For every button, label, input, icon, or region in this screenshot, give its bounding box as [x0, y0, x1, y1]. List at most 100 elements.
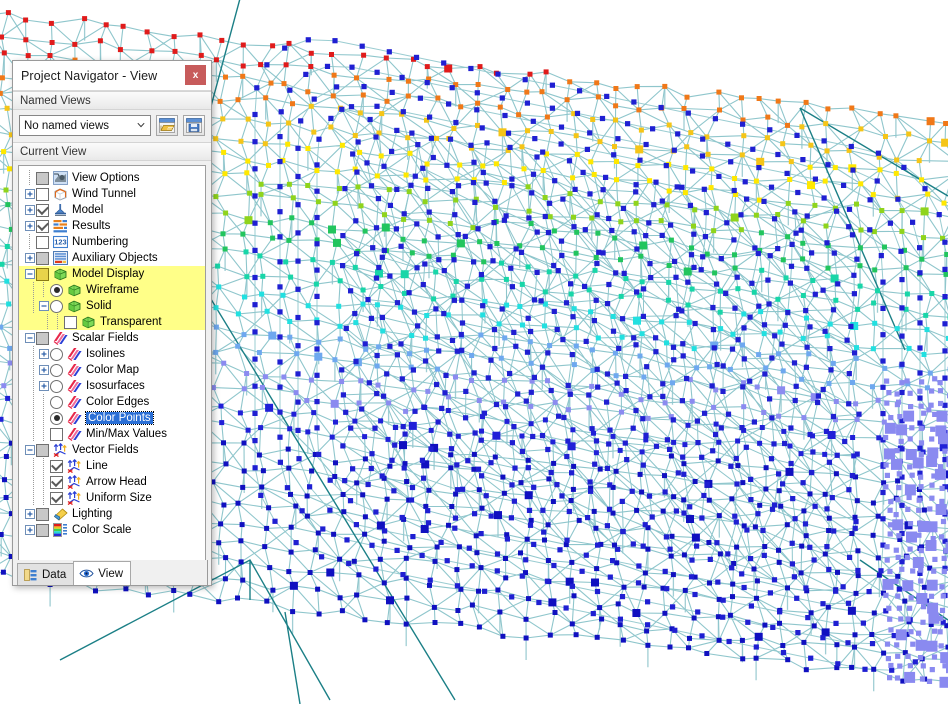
- tree-checkbox-model[interactable]: [36, 204, 49, 217]
- result-point: [472, 452, 477, 457]
- expand-icon[interactable]: [37, 346, 50, 362]
- tree-checkbox-min-max-values[interactable]: [50, 428, 63, 441]
- tree-item-model[interactable]: Model: [19, 202, 205, 218]
- tree-item-color-edges[interactable]: Color Edges: [19, 394, 205, 410]
- tree-checkbox-arrow-head[interactable]: [50, 476, 63, 489]
- tree-item-arrow-head[interactable]: Arrow Head: [19, 474, 205, 490]
- tree-radio-color-points[interactable]: [50, 412, 63, 425]
- tree-radio-solid[interactable]: [50, 300, 63, 313]
- result-point: [340, 608, 345, 613]
- tree-item-scalar-fields[interactable]: Scalar Fields: [19, 330, 205, 346]
- result-point: [861, 621, 866, 626]
- tree-checkbox-color-scale[interactable]: [36, 524, 49, 537]
- tree-item-wireframe[interactable]: Wireframe: [19, 282, 205, 298]
- tree-item-isosurfaces[interactable]: Isosurfaces: [19, 378, 205, 394]
- tree-item-transparent[interactable]: Transparent: [19, 314, 205, 330]
- expand-icon[interactable]: [37, 378, 50, 394]
- manage-views-button[interactable]: [156, 115, 178, 136]
- result-point: [908, 521, 913, 526]
- tree-radio-isosurfaces[interactable]: [50, 380, 63, 393]
- tree-checkbox-transparent[interactable]: [64, 316, 77, 329]
- result-point: [221, 231, 226, 236]
- tree-item-solid[interactable]: Solid: [19, 298, 205, 314]
- tree-checkbox-auxiliary-objects[interactable]: [36, 252, 49, 265]
- project-navigator-dialog[interactable]: Project Navigator - View x Named Views N…: [12, 60, 212, 586]
- tree-item-model-display[interactable]: Model Display: [19, 266, 205, 282]
- tree-radio-color-map[interactable]: [50, 364, 63, 377]
- tab-view[interactable]: View: [73, 561, 131, 585]
- tree-checkbox-wind-tunnel[interactable]: [36, 188, 49, 201]
- expand-icon[interactable]: [23, 522, 36, 538]
- close-icon[interactable]: x: [185, 65, 206, 85]
- tab-data[interactable]: Data: [17, 563, 74, 585]
- result-point: [735, 275, 740, 280]
- expand-icon[interactable]: [23, 186, 36, 202]
- tree-item-color-map[interactable]: Color Map: [19, 362, 205, 378]
- result-point: [785, 585, 790, 590]
- result-point: [714, 206, 719, 211]
- result-point: [253, 465, 258, 470]
- collapse-icon[interactable]: [23, 330, 36, 346]
- tree-item-uniform-size[interactable]: Uniform Size: [19, 490, 205, 506]
- result-point: [575, 152, 580, 157]
- tree-checkbox-results[interactable]: [36, 220, 49, 233]
- expand-icon[interactable]: [23, 202, 36, 218]
- tree-checkbox-line[interactable]: [50, 460, 63, 473]
- result-point: [246, 428, 251, 433]
- result-point: [889, 668, 894, 673]
- result-point: [895, 197, 900, 202]
- tree-item-results[interactable]: Results: [19, 218, 205, 234]
- result-point: [414, 221, 419, 226]
- tree-radio-isolines[interactable]: [50, 348, 63, 361]
- tree-item-line[interactable]: Line: [19, 458, 205, 474]
- view-options-tree[interactable]: View OptionsWind TunnelModelResults123Nu…: [18, 165, 206, 580]
- result-point: [833, 589, 838, 594]
- result-point: [899, 567, 904, 572]
- save-view-button[interactable]: [183, 115, 205, 136]
- result-point: [917, 446, 922, 451]
- tree-checkbox-vector-fields[interactable]: [36, 444, 49, 457]
- tree-checkbox-model-display[interactable]: [36, 268, 49, 281]
- tree-item-wind-tunnel[interactable]: Wind Tunnel: [19, 186, 205, 202]
- result-point: [916, 640, 927, 651]
- expand-icon[interactable]: [23, 506, 36, 522]
- result-point: [435, 367, 440, 372]
- result-point: [317, 612, 322, 617]
- tree-checkbox-numbering[interactable]: [36, 236, 49, 249]
- tree-item-color-scale[interactable]: Color Scale: [19, 522, 205, 538]
- tree-item-isolines[interactable]: Isolines: [19, 346, 205, 362]
- tree-checkbox-view-options[interactable]: [36, 172, 49, 185]
- result-point: [850, 435, 855, 440]
- result-point: [730, 347, 735, 352]
- tree-item-min-max-values[interactable]: Min/Max Values: [19, 426, 205, 442]
- tree-checkbox-scalar-fields[interactable]: [36, 332, 49, 345]
- result-point: [493, 205, 498, 210]
- tree-item-label-scalar-fields: Scalar Fields: [72, 332, 141, 344]
- expand-icon[interactable]: [23, 250, 36, 266]
- tree-item-numbering[interactable]: 123Numbering: [19, 234, 205, 250]
- result-point: [329, 52, 334, 57]
- collapse-icon[interactable]: [37, 298, 50, 314]
- tree-checkbox-uniform-size[interactable]: [50, 492, 63, 505]
- result-point: [475, 226, 480, 231]
- tree-item-auxiliary-objects[interactable]: Auxiliary Objects: [19, 250, 205, 266]
- tree-item-vector-fields[interactable]: Vector Fields: [19, 442, 205, 458]
- tree-checkbox-lighting[interactable]: [36, 508, 49, 521]
- result-point: [917, 498, 922, 503]
- collapse-icon[interactable]: [23, 442, 36, 458]
- result-point: [594, 298, 599, 303]
- result-point: [500, 306, 505, 311]
- result-point: [260, 274, 265, 279]
- expand-icon[interactable]: [37, 362, 50, 378]
- tree-item-view-options[interactable]: View Options: [19, 170, 205, 186]
- named-views-select[interactable]: No named views: [19, 115, 151, 136]
- result-point: [824, 240, 829, 245]
- tree-radio-color-edges[interactable]: [50, 396, 63, 409]
- result-point: [776, 351, 781, 356]
- navigator-tabstrip[interactable]: Data View: [12, 560, 208, 586]
- tree-item-lighting[interactable]: Lighting: [19, 506, 205, 522]
- tree-radio-wireframe[interactable]: [50, 284, 63, 297]
- expand-icon[interactable]: [23, 218, 36, 234]
- tree-item-color-points[interactable]: Color Points: [19, 410, 205, 426]
- collapse-icon[interactable]: [23, 266, 36, 282]
